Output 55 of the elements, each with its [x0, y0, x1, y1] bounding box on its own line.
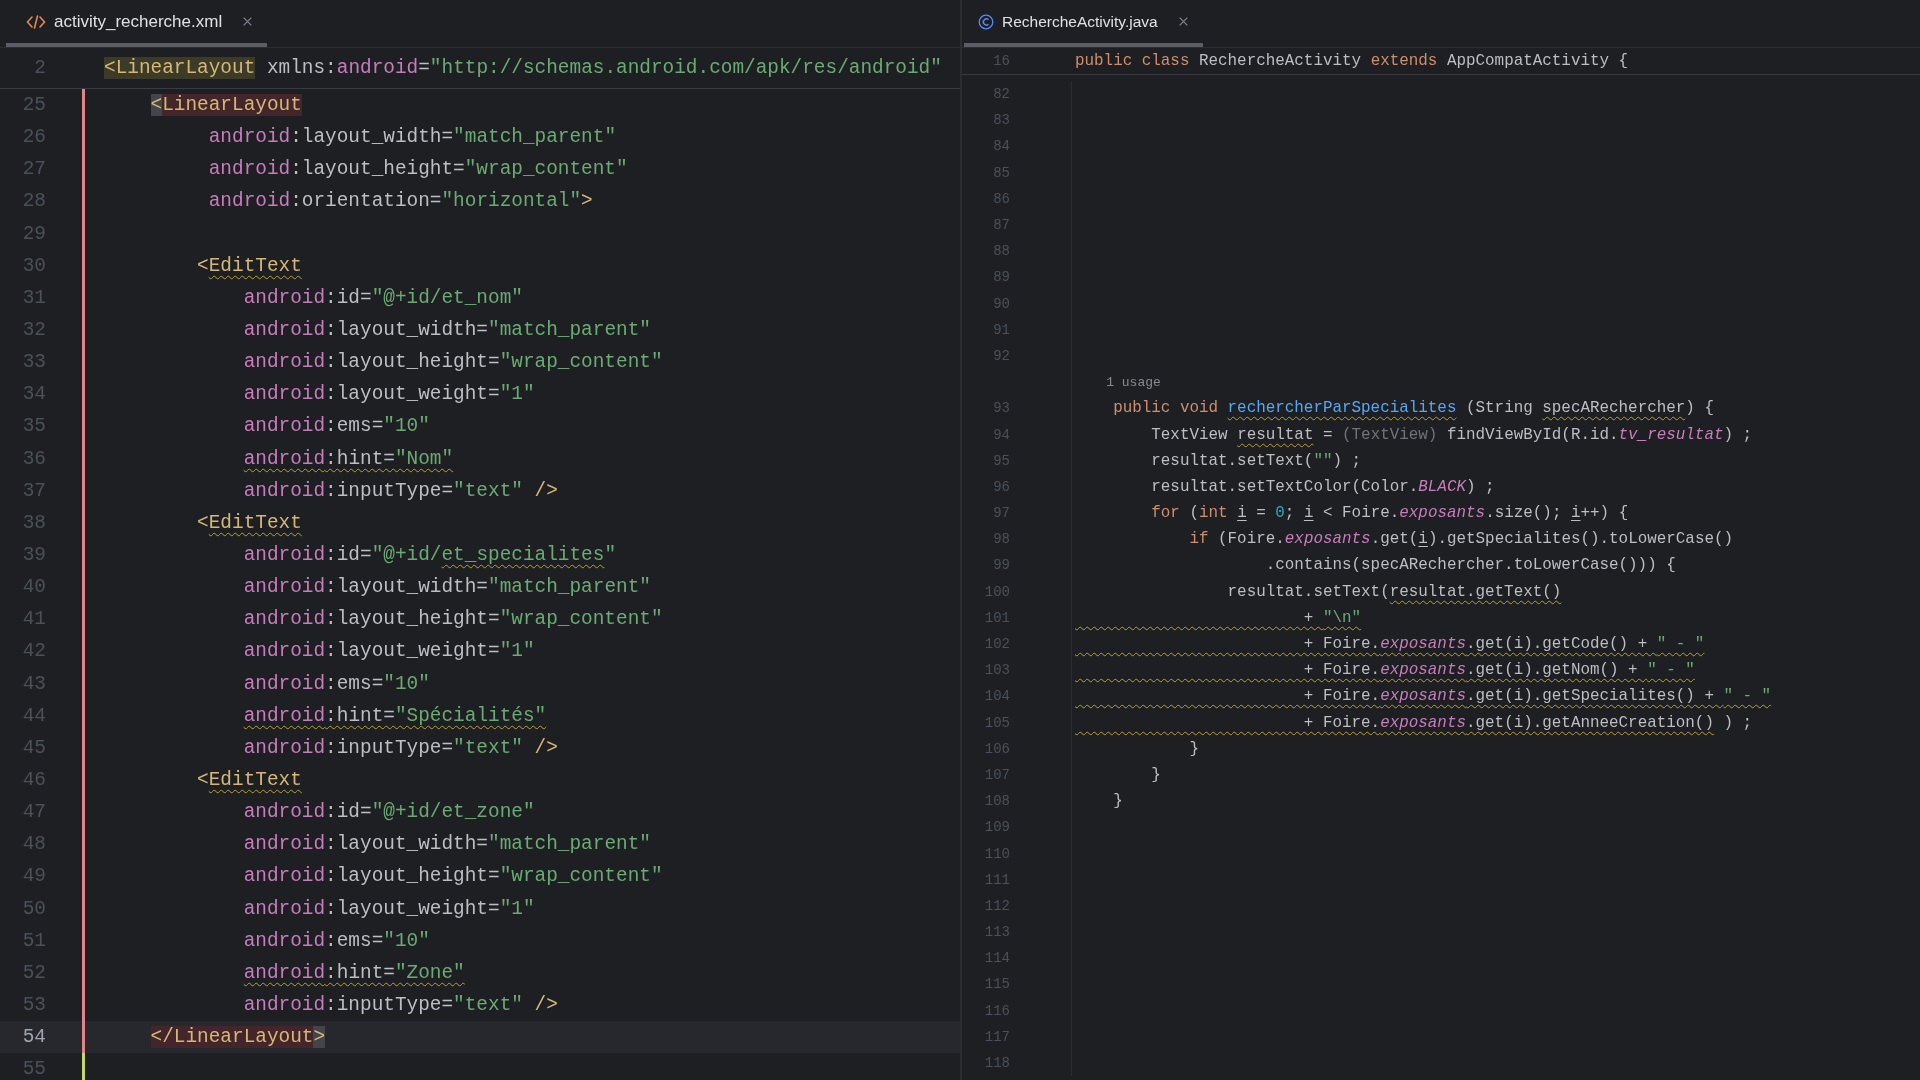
code-line: android:layout_height="wrap_content" — [207, 158, 628, 181]
code-icon — [26, 13, 46, 30]
code-line: resultat.setTextColor(Color.BLACK) ; — [1150, 477, 1495, 496]
code-line: android:inputType="text" /> — [242, 479, 558, 502]
code-line: + "\n" — [1302, 608, 1362, 627]
code-line: android:layout_height="wrap_content" — [242, 865, 663, 888]
code-line: + Foire.exposants.get(i).getSpecialites() + " - " — [1302, 687, 1772, 706]
code-line: + Foire.exposants.get(i).getNom() + " - " — [1302, 661, 1695, 680]
code-line: if (Foire.exposants.get(i).getSpecialites().toLowerCase() — [1188, 530, 1734, 549]
code-line: android:layout_weight="1" — [242, 897, 535, 920]
close-icon[interactable] — [1177, 16, 1189, 27]
code-line: android:layout_width="match_parent" — [242, 576, 651, 599]
code-line: <LinearLayout — [149, 94, 302, 117]
code-line: android:orientation="horizontal"> — [207, 190, 593, 213]
code-line: android:id="@+id/et_nom" — [242, 286, 523, 309]
code-line: for (int i = 0; i < Foire.exposants.size(); i++) { — [1150, 504, 1629, 523]
code-line: </LinearLayout> — [149, 1026, 326, 1049]
code-line: public void rechercherParSpecialites (String specARechercher) { — [1112, 399, 1714, 418]
code-line: <LinearLayout xmlns:android="http://schemas.android.com/apk/res/android" — [104, 57, 942, 79]
code-line: android:layout_weight="1" — [242, 383, 535, 406]
code-line: <EditText — [196, 511, 302, 534]
code-line: <EditText — [196, 254, 302, 277]
code-line: + Foire.exposants.get(i).getAnneeCreation() ) ; — [1302, 713, 1753, 732]
code-line: resultat.setText("") ; — [1150, 451, 1362, 470]
code-line: android:layout_width="match_parent" — [207, 126, 617, 149]
usage-hint[interactable]: 1 usage — [1075, 374, 1161, 390]
code-line: <EditText — [196, 769, 302, 791]
code-line: android:hint="Nom" — [242, 447, 454, 470]
editor-tab[interactable]: activity_recherche.xml — [6, 0, 268, 47]
code-line: + Foire.exposants.get(i).getCode() + " - " — [1302, 635, 1705, 654]
code-line: android:hint="Spécialités" — [242, 704, 547, 727]
code-line: } — [1150, 765, 1161, 784]
code-line: android:ems="10" — [242, 415, 430, 438]
code-line: android:layout_height="wrap_content" — [242, 351, 663, 374]
class-icon — [978, 13, 994, 30]
code-line: android:layout_width="match_parent" — [242, 319, 651, 342]
close-icon[interactable] — [242, 16, 254, 27]
code-line: resultat.setText(resultat.getText() — [1226, 582, 1562, 601]
code-line: android:layout_height="wrap_content" — [242, 608, 663, 631]
code-line: } — [1112, 792, 1123, 811]
code-line: public class RechercheActivity extends AppCompatActivity { — [1075, 52, 1629, 70]
code-line: android:id="@+id/et_zone" — [242, 801, 535, 824]
code-line: android:id="@+id/et_specialites" — [242, 544, 617, 567]
code-line: .contains(specARechercher.toLowerCase())) { — [1264, 556, 1676, 575]
code-line: android:hint="Zone" — [242, 961, 465, 984]
code-line: android:layout_weight="1" — [242, 640, 535, 663]
code-line: android:ems="10" — [242, 929, 430, 952]
code-line: android:inputType="text" /> — [242, 736, 558, 759]
code-line: TextView resultat = (TextView) findViewById(R.id.tv_resultat) ; — [1150, 425, 1753, 444]
code-line: android:inputType="text" /> — [242, 994, 558, 1016]
line-number: 54 — [21, 1026, 46, 1049]
code-line: android:ems="10" — [242, 672, 430, 695]
editor-tab[interactable]: RechercheActivity.java — [964, 0, 1203, 47]
code-line: android:layout_width="match_parent" — [242, 833, 651, 856]
code-line: } — [1188, 739, 1199, 758]
